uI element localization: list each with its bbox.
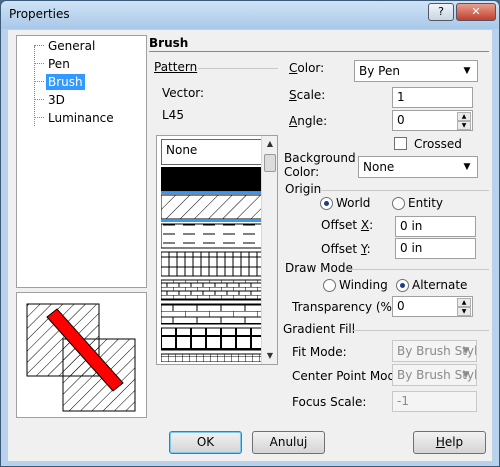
tree-connector xyxy=(34,46,35,126)
origin-entity-label: Entity xyxy=(408,196,444,210)
center-point-mode-select[interactable]: By Brush Styl ▼ xyxy=(392,364,477,386)
draw-mode-alternate-radio[interactable] xyxy=(396,279,409,292)
pattern-list[interactable]: None ▲ ▼ xyxy=(156,135,278,365)
offset-x-label: Offset X: xyxy=(321,218,374,232)
pattern-diagonal-swatch[interactable] xyxy=(161,194,262,220)
radio-dot xyxy=(400,283,405,288)
offset-y-input[interactable]: 0 in xyxy=(395,238,476,259)
category-tree: General Pen Brush 3D Luminance xyxy=(16,35,147,288)
tree-connector xyxy=(34,117,44,118)
pattern-dashes-swatch[interactable] xyxy=(161,223,262,249)
tree-connector xyxy=(34,63,44,64)
spin-up-icon[interactable]: ▲ xyxy=(457,298,471,307)
scroll-up-icon[interactable]: ▲ xyxy=(263,137,277,151)
chevron-down-icon: ▼ xyxy=(462,346,470,356)
chevron-down-icon: ▼ xyxy=(463,66,471,76)
color-select-value: By Pen xyxy=(359,64,400,78)
transparency-label: Transparency (%): xyxy=(292,300,401,314)
gradient-fill-divider xyxy=(353,330,489,331)
draw-mode-winding-radio[interactable] xyxy=(323,279,336,292)
background-color-select[interactable]: None ▼ xyxy=(358,156,478,178)
chevron-down-icon: ▼ xyxy=(463,162,471,172)
spin-down-icon[interactable]: ▼ xyxy=(457,121,471,130)
center-point-mode-label: Center Point Mode: xyxy=(292,369,407,383)
focus-scale-input[interactable]: -1 xyxy=(392,391,477,412)
tree-item-label: Luminance xyxy=(48,111,114,125)
origin-world-label: World xyxy=(336,196,371,210)
tree-connector xyxy=(34,99,44,100)
scroll-down-icon[interactable]: ▼ xyxy=(263,349,277,363)
gradient-fill-label: Gradient Fill xyxy=(283,322,356,336)
origin-entity-radio[interactable] xyxy=(392,197,405,210)
pattern-brick-vertical-swatch[interactable] xyxy=(161,251,262,277)
cancel-button[interactable]: Anuluj xyxy=(252,431,325,454)
offset-x-input[interactable]: 0 in xyxy=(395,216,476,237)
properties-window: Properties ? ✕ General Pen Brush 3D Lumi… xyxy=(0,0,500,467)
vector-label: Vector: xyxy=(162,86,205,100)
close-button[interactable]: ✕ xyxy=(456,3,496,21)
background-color-value: None xyxy=(363,160,395,174)
tree-item-label: Pen xyxy=(48,57,70,71)
title-bar: Properties ? ✕ xyxy=(1,1,499,29)
pattern-brick-small-swatch[interactable] xyxy=(161,279,262,301)
title-help-button[interactable]: ? xyxy=(428,3,454,21)
ok-button[interactable]: OK xyxy=(169,431,242,454)
preview-graphic xyxy=(26,303,136,412)
transparency-input[interactable]: 0 ▲ ▼ xyxy=(392,296,473,317)
help-button[interactable]: Help xyxy=(413,431,486,454)
draw-mode-winding-label: Winding xyxy=(339,278,388,292)
color-label: Color: xyxy=(289,61,325,75)
transparency-value: 0 xyxy=(397,299,405,313)
pattern-label: Pattern xyxy=(154,60,198,74)
pattern-swatches xyxy=(161,167,262,362)
color-select[interactable]: By Pen ▼ xyxy=(354,60,478,82)
window-title: Properties xyxy=(9,7,70,21)
background-color-label-line1: Background xyxy=(284,151,356,165)
tree-connector xyxy=(34,45,44,46)
brush-preview xyxy=(16,292,147,418)
origin-label: Origin xyxy=(285,182,322,196)
angle-value: 0 xyxy=(397,113,405,127)
origin-divider xyxy=(320,190,489,191)
origin-world-radio[interactable] xyxy=(320,197,333,210)
angle-input[interactable]: 0 ▲ ▼ xyxy=(392,110,473,131)
draw-mode-label: Draw Mode xyxy=(285,261,353,275)
crossed-label: Crossed xyxy=(414,137,462,151)
spin-down-icon[interactable]: ▼ xyxy=(457,307,471,316)
crossed-checkbox[interactable] xyxy=(394,137,407,150)
pattern-solid-swatch[interactable] xyxy=(161,167,262,192)
focus-scale-label: Focus Scale: xyxy=(292,395,367,409)
angle-label: Angle: xyxy=(289,114,328,128)
section-divider xyxy=(149,51,489,52)
pattern-scrollbar[interactable]: ▲ ▼ xyxy=(261,136,277,364)
scale-label: Scale: xyxy=(289,88,326,102)
tree-item-label: General xyxy=(48,39,96,53)
pattern-none-item[interactable]: None xyxy=(161,139,262,165)
draw-mode-alternate-label: Alternate xyxy=(412,278,468,292)
draw-mode-divider xyxy=(345,269,489,270)
tree-connector xyxy=(34,81,44,82)
offset-y-label: Offset Y: xyxy=(321,242,371,256)
scroll-thumb[interactable] xyxy=(264,154,276,172)
pattern-brick-large-swatch[interactable] xyxy=(161,303,262,325)
scale-input[interactable]: 1 xyxy=(392,87,473,108)
pattern-divider xyxy=(198,68,278,69)
pattern-brick-fine-swatch[interactable] xyxy=(161,353,262,362)
chevron-down-icon: ▼ xyxy=(462,370,470,380)
tree-item-label: Brush xyxy=(46,74,85,90)
spin-up-icon[interactable]: ▲ xyxy=(457,112,471,121)
tree-item-label: 3D xyxy=(48,93,65,107)
pattern-brick-wide-swatch[interactable] xyxy=(161,327,262,351)
dialog-client: General Pen Brush 3D Luminance Brush Pat… xyxy=(8,30,492,461)
fit-mode-label: Fit Mode: xyxy=(292,345,347,359)
fit-mode-select[interactable]: By Brush Styl ▼ xyxy=(392,340,477,362)
vector-value: L45 xyxy=(162,108,184,122)
background-color-label-line2: Color: xyxy=(284,165,320,179)
section-title: Brush xyxy=(149,36,189,50)
radio-dot xyxy=(324,201,329,206)
